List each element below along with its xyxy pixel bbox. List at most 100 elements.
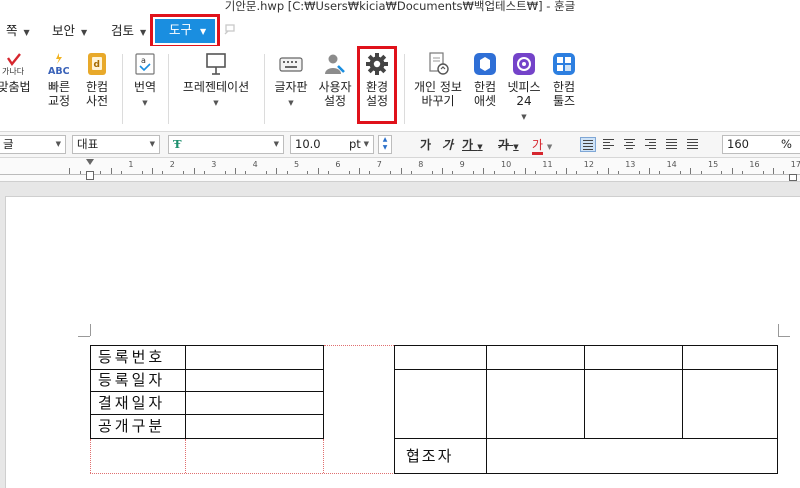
menu-page[interactable]: 쪽 ▼	[6, 21, 30, 41]
svg-text:a: a	[141, 56, 146, 65]
document-page[interactable]	[5, 196, 800, 488]
ruler-number: 14	[666, 160, 677, 169]
disclosure-label[interactable]: 공개구분	[98, 415, 165, 437]
svg-text:ABC: ABC	[48, 66, 70, 76]
horizontal-ruler[interactable]: 1 2 3 4 5 6 7 8 9 10 11 12 13 14 15 16 17	[0, 158, 800, 182]
menu-tools[interactable]: 도구 ▼	[150, 14, 220, 48]
ruler-tick	[79, 171, 81, 174]
align-left-button[interactable]	[601, 137, 617, 152]
approval-date-label[interactable]: 결재일자	[98, 392, 165, 414]
pin-icon[interactable]	[223, 22, 237, 36]
menu-security-label: 보안	[52, 23, 76, 38]
document-area	[0, 182, 800, 488]
left-indent-marker[interactable]	[86, 171, 94, 180]
ruler-number: 13	[625, 160, 636, 169]
right-indent-marker[interactable]	[789, 174, 797, 181]
quick-correct-button[interactable]: ABC 빠른 교정	[42, 52, 76, 108]
ruler-tick	[441, 168, 443, 174]
format-toolbar: 글 ▼ 대표 ▼ Ŧ ▼ 10.0 pt ▼ ▲ ▼ 가 가 가 ▼ 가 ▼ 가 ▼ …	[0, 132, 800, 158]
privacy-document-icon	[429, 52, 449, 75]
ruler-tick	[286, 171, 288, 174]
privacy-replace-button[interactable]: 개인 정보 바꾸기	[412, 52, 464, 108]
ribbon-divider	[122, 54, 123, 124]
font-size-stepper[interactable]: ▲ ▼	[378, 135, 392, 154]
ruler-tick	[359, 168, 361, 174]
ruler-tick	[700, 171, 702, 174]
ruler-tick	[245, 171, 247, 174]
chevron-down-icon: ▼	[81, 28, 88, 37]
ruler-tick	[400, 168, 402, 174]
ruler-number: 8	[418, 160, 424, 169]
zoom-combo[interactable]: 160 %	[722, 135, 800, 154]
ruler-tick	[431, 171, 433, 174]
hancom-asset-icon	[474, 53, 496, 75]
underline-button[interactable]: 가 ▼	[462, 136, 483, 154]
keyboard-button[interactable]: 글자판 ▼	[272, 52, 310, 110]
menu-bar: 쪽 ▼ 보안 ▼ 검토 ▼	[0, 14, 800, 46]
lightning-abc-icon: ABC	[48, 53, 70, 76]
cooperator-label[interactable]: 협조자	[406, 445, 453, 467]
hancom-tools-button[interactable]: 한컴 툴즈	[548, 52, 580, 108]
align-center-button[interactable]	[622, 137, 638, 152]
ruler-tick	[193, 168, 195, 174]
hancom-asset-button[interactable]: 한컴 애셋	[469, 52, 501, 108]
font-combo[interactable]: Ŧ ▼	[168, 135, 284, 154]
ruler-tick	[141, 171, 143, 174]
ruler-tick	[483, 168, 485, 174]
align-right-button[interactable]	[643, 137, 659, 152]
menu-security[interactable]: 보안 ▼	[52, 21, 87, 41]
menu-tools-label: 도구	[169, 22, 193, 37]
ruler-tick	[679, 171, 681, 174]
strikethrough-button[interactable]: 가 ▼	[498, 136, 519, 154]
ruler-number: 6	[335, 160, 341, 169]
user-settings-label-1: 사용자	[318, 80, 352, 94]
ruler-tick	[472, 171, 474, 174]
bold-button[interactable]: 가	[420, 136, 431, 154]
netffice-button[interactable]: 넷피스 24 ▼	[505, 52, 543, 124]
dictionary-button[interactable]: d 한컴 사전	[82, 52, 112, 108]
ribbon-divider	[404, 54, 405, 124]
translate-label: 번역	[133, 80, 157, 94]
font-size-unit: pt	[349, 137, 361, 151]
font-size-combo[interactable]: 10.0 pt ▼	[290, 135, 374, 154]
ruler-tick	[410, 171, 412, 174]
ruler-number: 10	[501, 160, 512, 169]
translate-button[interactable]: a 번역 ▼	[130, 52, 160, 110]
font-size-value: 10.0	[295, 137, 321, 151]
menu-page-label: 쪽	[6, 23, 18, 38]
language-combo[interactable]: 글 ▼	[0, 135, 66, 154]
align-divide-button[interactable]	[685, 137, 701, 152]
menu-review-label: 검토	[111, 23, 135, 38]
netffice-label-1: 넷피스	[507, 80, 541, 94]
italic-button[interactable]: 가	[442, 136, 453, 154]
ruler-number: 5	[294, 160, 300, 169]
ruler-number: 2	[169, 160, 175, 169]
dictionary-label-1: 한컴	[85, 80, 109, 94]
dictionary-label-2: 사전	[85, 94, 109, 108]
font-color-button[interactable]: 가 ▼	[532, 136, 552, 155]
ruler-tick	[234, 168, 236, 174]
user-settings-button[interactable]: 사용자 설정	[316, 52, 354, 108]
ruler-number: 4	[252, 160, 258, 169]
reg-number-label[interactable]: 등록번호	[98, 346, 165, 368]
style-combo[interactable]: 대표 ▼	[72, 135, 160, 154]
ruler-tick	[265, 171, 267, 174]
ruler-tick	[121, 171, 123, 174]
ribbon: 가나다 맞춤법 ABC 빠른 교정 d 한컴 사전 a 번역 ▼ 프레젠테이션 …	[0, 46, 800, 132]
reg-date-label[interactable]: 등록일자	[98, 369, 165, 391]
first-line-indent-marker[interactable]	[86, 159, 94, 165]
align-distribute-button[interactable]	[664, 137, 680, 152]
ruler-number: 15	[708, 160, 719, 169]
menu-review[interactable]: 검토 ▼	[111, 21, 146, 41]
ruler-tick	[524, 168, 526, 174]
ruler-tick	[638, 171, 640, 174]
spellcheck-button[interactable]: 가나다 맞춤법	[0, 52, 34, 94]
ruler-tick	[162, 171, 164, 174]
ruler-tick	[566, 168, 568, 174]
ruler-tick	[390, 171, 392, 174]
ruler-tick	[203, 171, 205, 174]
presentation-button[interactable]: 프레젠테이션 ▼	[176, 52, 256, 110]
presentation-easel-icon	[206, 53, 226, 75]
align-justify-button[interactable]	[580, 137, 596, 152]
svg-text:가나다: 가나다	[2, 67, 25, 76]
